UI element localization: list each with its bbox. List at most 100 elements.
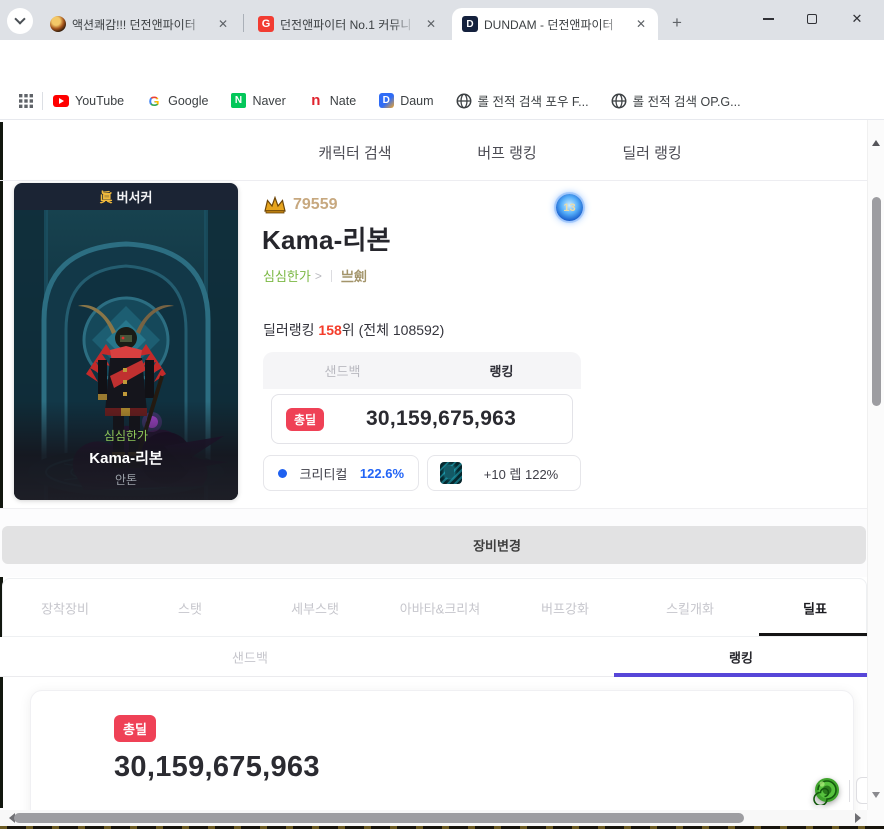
tab-separator: [243, 14, 244, 32]
google-icon: G: [146, 93, 162, 109]
chevron-right-icon: >: [314, 268, 322, 283]
nav-dealer-ranking[interactable]: 딜러 랭킹: [622, 142, 681, 163]
critical-card: 크리티컬 122.6%: [263, 455, 419, 491]
bookmark-opgg[interactable]: 롤 전적 검색 OP.G...: [611, 91, 741, 110]
dealer-rank-line: 딜러랭킹 158위 (전체 108592): [263, 322, 445, 338]
horizontal-scrollbar[interactable]: [0, 810, 867, 826]
page-left-edge: [0, 122, 3, 808]
total-damage-value: 30,159,675,963: [114, 751, 320, 783]
tab-title: 액션쾌감!!! 던전앤파이터: [72, 17, 196, 32]
tab-skill-bloom[interactable]: 스킬개화: [666, 598, 714, 617]
tab-ranking[interactable]: 랭킹: [422, 352, 581, 389]
divider: [330, 269, 332, 282]
close-icon[interactable]: ✕: [422, 15, 440, 33]
nate-icon: n: [311, 92, 321, 109]
bookmark-naver[interactable]: N Naver: [230, 93, 286, 109]
character-card: 眞 버서커 심심한가 Kama-리본 안톤: [14, 183, 238, 500]
g-favicon: G: [258, 16, 274, 32]
window-close-button[interactable]: ✕: [840, 4, 874, 34]
minimize-icon: [762, 18, 774, 20]
nav-character-search[interactable]: 캐릭터 검색: [318, 142, 391, 163]
apps-grid-icon[interactable]: [18, 93, 34, 109]
widget-separator: [849, 780, 850, 802]
adventure-team-name[interactable]: 亗劍: [341, 266, 367, 285]
total-damage-card: 총딜 30,159,675,963: [30, 690, 854, 829]
tab-dundam-active[interactable]: D DUNDAM - 던전앤파이터 ✕: [452, 8, 658, 40]
equip-change-label: 장비변경: [473, 538, 521, 554]
bookmarks-separator: [42, 91, 43, 110]
scrollbar-corner: [867, 810, 884, 826]
tab-sandbag-bottom[interactable]: 샌드백: [232, 647, 268, 666]
youtube-icon: [53, 94, 69, 107]
tab-search-button[interactable]: [7, 8, 33, 34]
tab-damage-table[interactable]: 딜표: [803, 598, 827, 617]
total-damage-box: 총딜 30,159,675,963: [271, 394, 573, 444]
active-tab-underline: [759, 633, 868, 636]
bookmark-google[interactable]: G Google: [146, 93, 209, 109]
tab-community[interactable]: G 던전앤파이터 No.1 커뮤니 ✕: [248, 8, 448, 40]
maximize-icon: [807, 14, 817, 24]
skill-icon: [440, 462, 462, 484]
bookmark-fow[interactable]: 롤 전적 검색 포우 F...: [456, 91, 589, 110]
fame-value: 79559: [293, 196, 338, 213]
rank-tab-bar: 샌드백 랭킹: [0, 637, 867, 677]
total-damage-badge: 총딜: [286, 407, 325, 431]
browser-toolbar: ← → dundam.xyz/character?server=anton&ke…: [0, 40, 884, 117]
tab-stats[interactable]: 스탯: [178, 598, 202, 617]
scroll-down-arrow-icon[interactable]: [872, 792, 880, 802]
guild-name: 심심한가: [103, 429, 149, 443]
bookmark-daum[interactable]: D Daum: [378, 93, 434, 109]
tab-detail-stats[interactable]: 세부스탯: [291, 598, 339, 617]
vertical-scrollbar-thumb[interactable]: [872, 197, 881, 406]
server-name: 안톤: [114, 473, 138, 487]
tab-avatar-creature[interactable]: 아바타&크리쳐: [400, 598, 480, 617]
divider: [0, 180, 867, 181]
detail-tab-bar: 장착장비 스탯 세부스탯 아바타&크리쳐 버프강화 스킬개화 딜표: [2, 578, 868, 637]
naver-icon: N: [230, 93, 246, 108]
tab-title: 던전앤파이터 No.1 커뮤니: [280, 17, 412, 32]
tab-buff-enhance[interactable]: 버프강화: [541, 598, 589, 617]
guild-link[interactable]: 심심한가: [263, 266, 311, 285]
close-icon[interactable]: ✕: [214, 15, 232, 33]
nav-buff-ranking[interactable]: 버프 랭킹: [477, 142, 536, 163]
rank-number: 158: [318, 322, 342, 338]
scroll-up-arrow-icon[interactable]: [872, 136, 880, 146]
tab-dnf-official[interactable]: 액션쾌감!!! 던전앤파이터 ✕: [40, 8, 240, 40]
skill-buff-card: +10 렙 122%: [427, 455, 581, 491]
tab-sandbag[interactable]: 샌드백: [263, 352, 422, 389]
character-name: Kama-리본: [89, 450, 163, 467]
browser-window: 액션쾌감!!! 던전앤파이터 ✕ G 던전앤파이터 No.1 커뮤니 ✕ D D…: [0, 0, 884, 829]
vertical-scrollbar[interactable]: [867, 120, 884, 810]
rose-item-widget[interactable]: [812, 775, 842, 805]
total-damage-value: 30,159,675,963: [365, 407, 517, 430]
daum-icon: D: [378, 93, 394, 108]
close-icon[interactable]: ✕: [632, 15, 650, 33]
total-damage-badge: 총딜: [114, 715, 156, 742]
class-awakening-badge: 眞: [99, 190, 113, 205]
ranking-tab-underline: [614, 673, 867, 677]
character-artwork: 심심한가 Kama-리본 안톤: [14, 210, 238, 500]
horizontal-scrollbar-thumb[interactable]: [14, 813, 744, 823]
class-name: 버서커: [116, 190, 153, 205]
dnf-favicon: [50, 16, 66, 32]
window-maximize-button[interactable]: [795, 4, 829, 34]
tab-equipment[interactable]: 장착장비: [41, 598, 89, 617]
bookmark-nate[interactable]: n Nate: [308, 92, 356, 109]
tab-title: DUNDAM - 던전앤파이터: [484, 17, 614, 32]
critical-value: 122.6%: [359, 465, 404, 481]
scroll-right-arrow-icon[interactable]: [855, 813, 866, 823]
tab-ranking-bottom[interactable]: 랭킹: [729, 647, 753, 666]
bookmark-youtube[interactable]: YouTube: [53, 93, 124, 109]
character-footer: 심심한가 Kama-리본 안톤: [14, 401, 238, 500]
blue-dot-icon: [278, 468, 287, 478]
bookmarks-bar: YouTube G Google N Naver n Nate D Daum 롤 전적 …: [0, 82, 884, 120]
skill-buff-label: +10 렙 122%: [483, 466, 559, 482]
fame-crown-icon: [264, 196, 286, 214]
class-header: 眞 버서커: [14, 183, 238, 210]
character-subinfo: 심심한가 > 亗劍: [263, 266, 367, 285]
window-minimize-button[interactable]: [751, 4, 785, 34]
new-tab-button[interactable]: +: [664, 10, 690, 36]
clone-level-badge[interactable]: 13: [556, 194, 583, 221]
globe-icon: [456, 93, 471, 108]
equip-change-button[interactable]: 장비변경: [2, 526, 866, 564]
